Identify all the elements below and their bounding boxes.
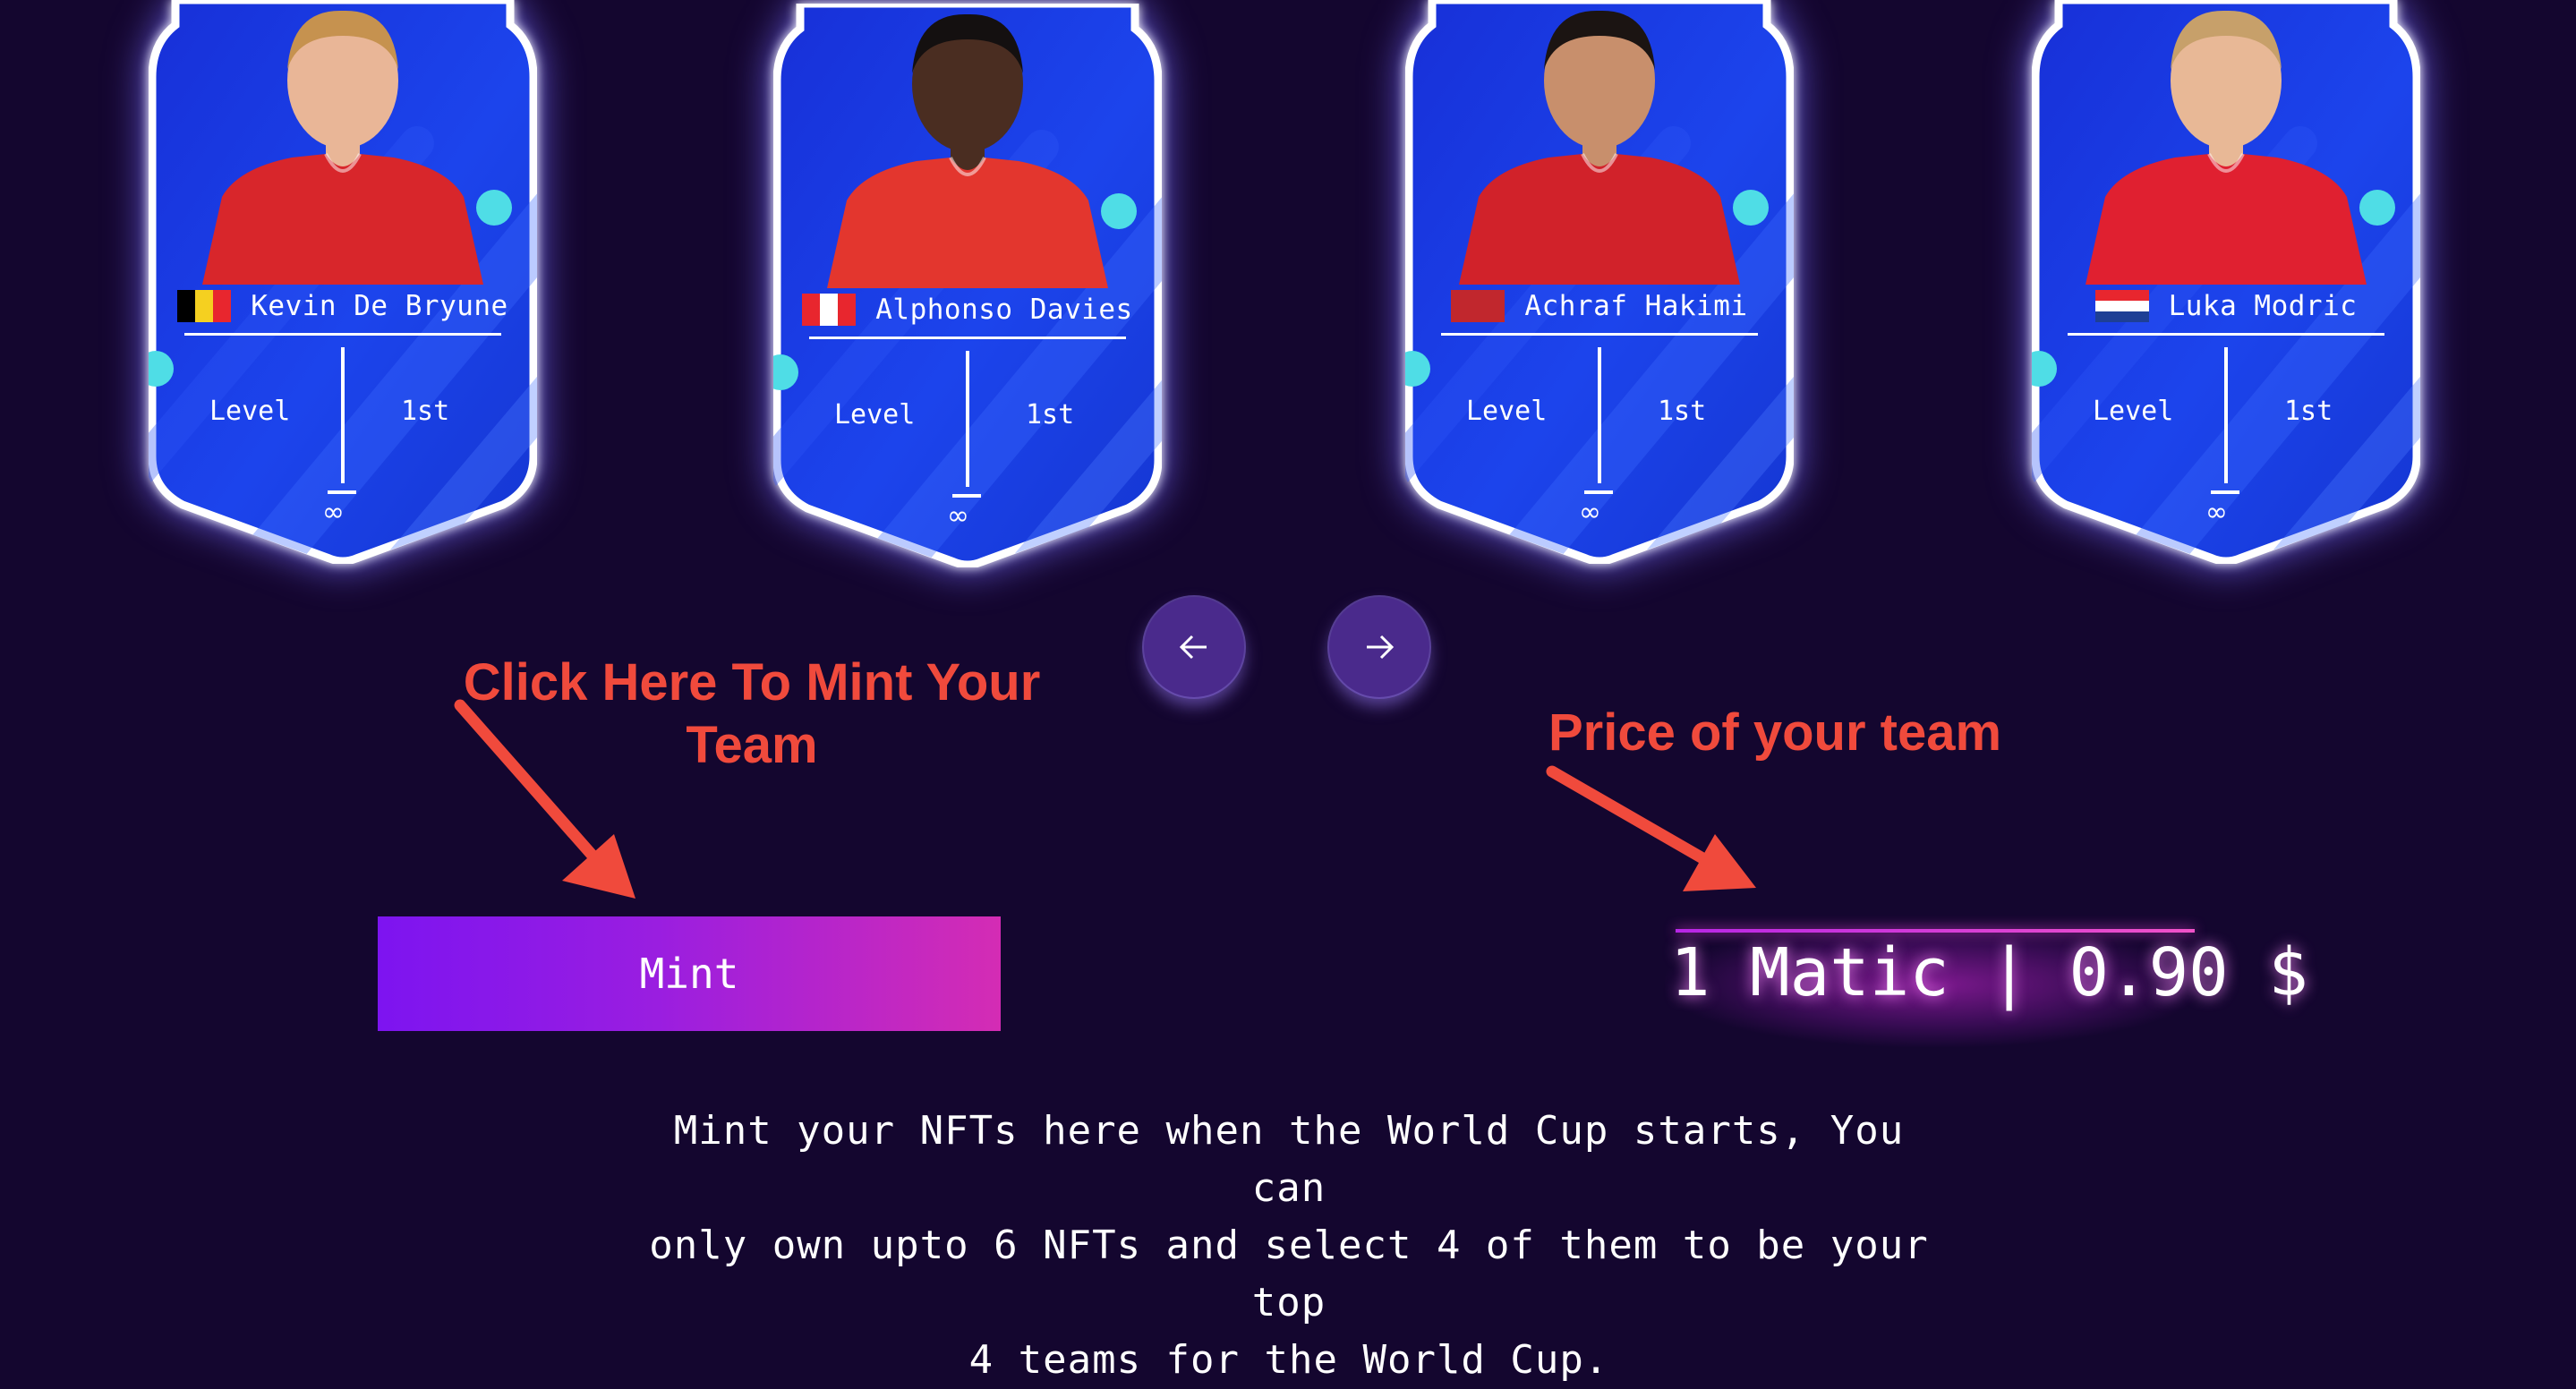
player-photo xyxy=(2059,0,2393,285)
card-vertical-divider xyxy=(2224,347,2228,483)
player-photo xyxy=(175,0,510,285)
card-vertical-divider xyxy=(1598,347,1601,483)
infinity-icon: ∞ xyxy=(322,497,345,528)
player-name: Kevin De Bryune xyxy=(251,290,508,322)
player-card[interactable]: Luka Modric Level 1st ∞ xyxy=(2032,0,2420,564)
level-label: Level xyxy=(834,399,916,430)
player-name: Alphonso Davies xyxy=(875,294,1133,326)
player-name: Achraf Hakimi xyxy=(1524,290,1748,322)
level-value: 1st xyxy=(2284,396,2333,427)
infinity-icon: ∞ xyxy=(1579,497,1601,528)
team-price: 1 Matic | 0.90 $ xyxy=(1670,934,2308,1011)
mint-hint-line2: Team xyxy=(686,716,818,774)
player-card[interactable]: Alphonso Davies Level 1st ∞ xyxy=(773,4,1162,567)
card-nameplate: Alphonso Davies xyxy=(802,288,1132,331)
player-name: Luka Modric xyxy=(2168,290,2358,322)
card-nameplate: Achraf Hakimi xyxy=(1441,285,1758,328)
flag-icon xyxy=(2094,290,2149,322)
flag-icon xyxy=(802,294,857,326)
level-label: Level xyxy=(2093,396,2174,427)
player-photo xyxy=(1432,0,1767,285)
card-vertical-divider xyxy=(341,347,345,483)
arrow-right-icon xyxy=(1367,635,1395,660)
player-card[interactable]: Kevin De Bryune Level 1st ∞ xyxy=(149,0,537,564)
price-hint-annotation: Price of your team xyxy=(1548,703,2002,762)
level-label: Level xyxy=(1466,396,1548,427)
mint-button[interactable]: Mint xyxy=(378,916,1001,1031)
card-divider xyxy=(184,333,501,336)
card-nameplate: Kevin De Bryune xyxy=(177,285,508,328)
mint-hint-line1: Click Here To Mint Your xyxy=(463,653,1041,712)
flag-icon xyxy=(1451,290,1506,322)
mint-hint-annotation: Click Here To Mint Your Team xyxy=(421,652,1083,777)
next-button[interactable] xyxy=(1329,597,1429,697)
card-divider xyxy=(809,337,1126,339)
level-label: Level xyxy=(209,396,291,427)
description-line3: 4 teams for the World Cup. xyxy=(968,1337,1609,1383)
infinity-icon: ∞ xyxy=(947,500,969,532)
card-nameplate: Luka Modric xyxy=(2068,285,2384,328)
card-dash xyxy=(2211,490,2239,494)
card-divider xyxy=(2068,333,2384,336)
price-hint-arrow xyxy=(1546,765,1756,891)
card-dash xyxy=(952,494,981,498)
level-value: 1st xyxy=(1658,396,1707,427)
level-value: 1st xyxy=(1026,399,1075,430)
description-line2: only own upto 6 NFTs and select 4 of the… xyxy=(649,1223,1929,1325)
arrow-left-icon xyxy=(1179,635,1207,660)
prev-button[interactable] xyxy=(1144,597,1244,697)
card-dash xyxy=(328,490,356,494)
player-card[interactable]: Achraf Hakimi Level 1st ∞ xyxy=(1405,0,1794,564)
card-vertical-divider xyxy=(966,351,969,487)
price-divider xyxy=(1676,929,2195,933)
card-divider xyxy=(1441,333,1758,336)
card-dash xyxy=(1584,490,1613,494)
flag-icon xyxy=(177,290,232,322)
infinity-icon: ∞ xyxy=(2205,497,2228,528)
mint-description: Mint your NFTs here when the World Cup s… xyxy=(627,1103,1951,1389)
level-value: 1st xyxy=(401,396,450,427)
player-photo xyxy=(800,4,1135,288)
description-line1: Mint your NFTs here when the World Cup s… xyxy=(673,1108,1905,1211)
